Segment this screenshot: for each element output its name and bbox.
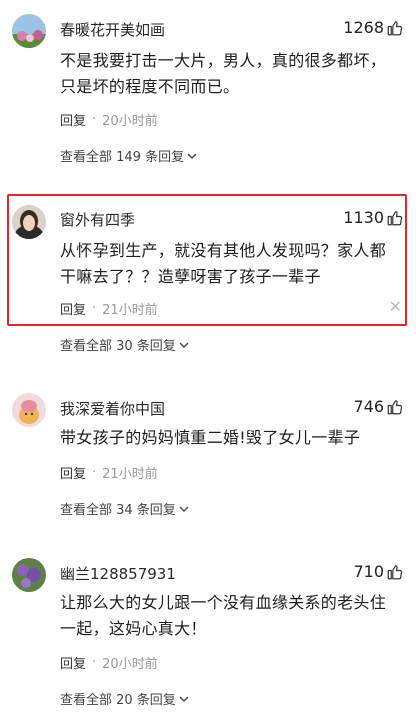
reply-button[interactable]: 回复 (60, 653, 86, 672)
like-count: 1130 (343, 208, 384, 227)
chevron-down-icon (187, 153, 197, 159)
thumbs-up-icon (387, 20, 403, 35)
comment-text: 带女孩子的妈妈慎重二婚!毁了女儿一辈子 (60, 428, 361, 447)
separator-dot: · (92, 655, 97, 670)
avatar[interactable] (12, 558, 46, 592)
avatar[interactable] (12, 14, 46, 48)
avatar[interactable] (12, 205, 46, 239)
username[interactable]: 我深爱着你中国 (60, 398, 165, 419)
comment-text: 不是我要打击一大片，男人，真的很多都坏，只是坏的程度不同而已。 (60, 51, 387, 96)
comment-meta: 回复 · 21小时前 (60, 463, 158, 482)
username[interactable]: 春暖花开美如画 (60, 19, 165, 40)
view-all-replies-button[interactable]: 查看全部 20 条回复 (60, 689, 190, 708)
reply-button[interactable]: 回复 (60, 110, 86, 129)
view-all-replies-label: 查看全部 149 条回复 (60, 150, 185, 165)
comment-time: 20小时前 (102, 657, 158, 672)
username[interactable]: 幽兰128857931 (60, 563, 176, 584)
view-all-replies-button[interactable]: 查看全部 149 条回复 (60, 146, 198, 165)
close-icon[interactable]: ✕ (389, 297, 402, 316)
chevron-down-icon (179, 696, 189, 702)
avatar[interactable] (12, 393, 46, 427)
view-all-replies-label: 查看全部 20 条回复 (60, 693, 176, 708)
comment-time: 21小时前 (102, 467, 158, 482)
view-all-replies-label: 查看全部 30 条回复 (60, 339, 176, 354)
thumbs-up-icon (387, 564, 403, 579)
comment-meta: 回复 · 20小时前 (60, 110, 158, 129)
separator-dot: · (92, 301, 97, 316)
like-count: 746 (353, 397, 384, 416)
separator-dot: · (92, 112, 97, 127)
view-all-replies-button[interactable]: 查看全部 30 条回复 (60, 335, 190, 354)
view-all-replies-label: 查看全部 34 条回复 (60, 503, 176, 518)
comment-text: 从怀孕到生产，就没有其他人发现吗？家人都干嘛去了？？造孽呀害了孩子一辈子 (60, 241, 387, 286)
comment-meta: 回复 · 20小时前 (60, 653, 158, 672)
like-button[interactable]: 1268 (343, 18, 404, 37)
thumbs-up-icon (387, 210, 403, 225)
like-button[interactable]: 746 (353, 397, 404, 416)
like-button[interactable]: 1130 (343, 208, 404, 227)
comment-meta: 回复 · 21小时前 (60, 299, 158, 318)
comment-time: 21小时前 (102, 303, 158, 318)
view-all-replies-button[interactable]: 查看全部 34 条回复 (60, 499, 190, 518)
like-count: 710 (353, 562, 384, 581)
separator-dot: · (92, 465, 97, 480)
reply-button[interactable]: 回复 (60, 463, 86, 482)
reply-button[interactable]: 回复 (60, 299, 86, 318)
chevron-down-icon (179, 506, 189, 512)
username[interactable]: 窗外有四季 (60, 209, 135, 230)
like-button[interactable]: 710 (353, 562, 404, 581)
comment-text: 让那么大的女儿跟一个没有血缘关系的老头住一起，这妈心真大！ (60, 593, 387, 638)
comment-time: 20小时前 (102, 114, 158, 129)
like-count: 1268 (343, 18, 384, 37)
thumbs-up-icon (387, 399, 403, 414)
chevron-down-icon (179, 342, 189, 348)
